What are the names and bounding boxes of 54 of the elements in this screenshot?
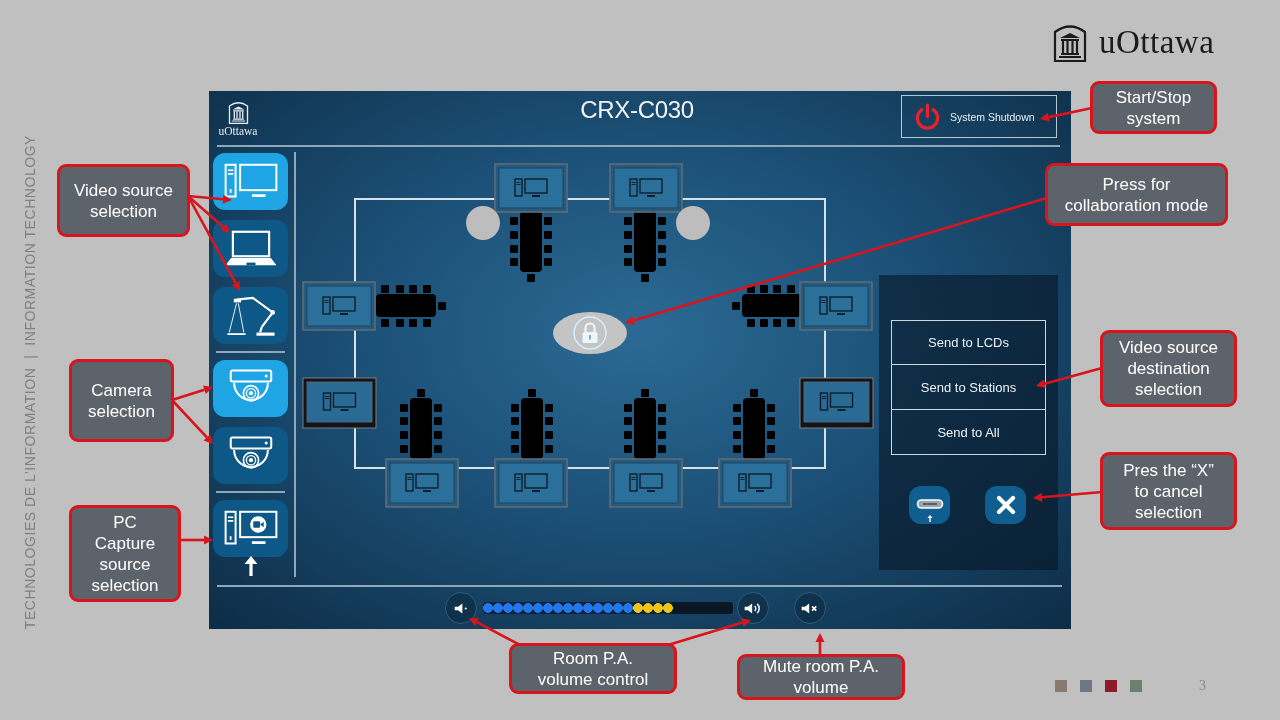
source-button[interactable]: [213, 287, 288, 344]
callout-label: PC Capture source selection: [69, 505, 181, 602]
volume-down-button[interactable]: [445, 592, 477, 624]
square-icon: [1130, 680, 1142, 692]
shutdown-button[interactable]: System Shutdown: [901, 95, 1057, 138]
conference-table: [732, 285, 802, 327]
callout-label: Press for collaboration mode: [1045, 163, 1228, 226]
conference-table: [400, 389, 442, 459]
side-label: TECHNOLOGIES DE L’INFORMATION | INFORMATION TECHNOLOGY: [23, 135, 37, 630]
building-logo-icon: [227, 99, 249, 124]
up-arrow-icon: [242, 555, 259, 577]
lcd-display[interactable]: [799, 377, 874, 429]
lcd-display[interactable]: [302, 377, 377, 429]
source-button[interactable]: [213, 360, 288, 417]
square-icon: [1105, 680, 1117, 692]
pointer-arrow: [1036, 366, 1103, 388]
usb-c-button[interactable]: [909, 486, 950, 524]
callout-label: Video source destination selection: [1100, 330, 1237, 407]
callout-label: Start/Stop system: [1090, 81, 1217, 134]
pointer-arrow: [1033, 490, 1103, 502]
callout-label: Mute room P.A. volume: [737, 654, 905, 700]
square-icon: [1080, 680, 1092, 692]
callout-label: Camera selection: [69, 359, 174, 442]
logo-text: uOttawa: [218, 124, 258, 137]
lock-button[interactable]: [553, 312, 627, 354]
close-icon: [995, 495, 1016, 515]
circle-marker: [676, 206, 710, 240]
conference-table: [510, 211, 552, 282]
square-icon: [1055, 680, 1067, 692]
callout-label: Pres the “X” to cancel selection: [1100, 452, 1237, 530]
source-button[interactable]: [213, 153, 288, 210]
building-logo-icon: [1053, 22, 1087, 62]
volume-up-button[interactable]: [737, 592, 769, 624]
destination-button[interactable]: Send to All: [891, 410, 1046, 455]
conference-table: [624, 389, 666, 459]
source-button[interactable]: [213, 500, 288, 557]
callout-label: Video source selection: [57, 164, 190, 237]
pointer-arrow: [179, 535, 213, 545]
volume-track[interactable]: [483, 602, 733, 614]
logo-text: uOttawa: [1099, 23, 1215, 61]
callout-label: Room P.A. volume control: [509, 643, 677, 694]
destination-button[interactable]: Send to LCDs: [891, 320, 1046, 365]
cancel-button[interactable]: [985, 486, 1026, 524]
conference-table: [733, 389, 775, 459]
conference-table: [624, 211, 666, 282]
source-button[interactable]: [213, 220, 288, 277]
mute-button[interactable]: [794, 592, 826, 624]
pointer-arrow: [1040, 106, 1093, 122]
conference-table: [376, 285, 446, 327]
conference-table: [511, 389, 553, 459]
circle-marker: [466, 206, 500, 240]
power-icon: [914, 102, 941, 131]
room-title: CRX-C030: [580, 95, 694, 124]
source-button[interactable]: [213, 427, 288, 484]
